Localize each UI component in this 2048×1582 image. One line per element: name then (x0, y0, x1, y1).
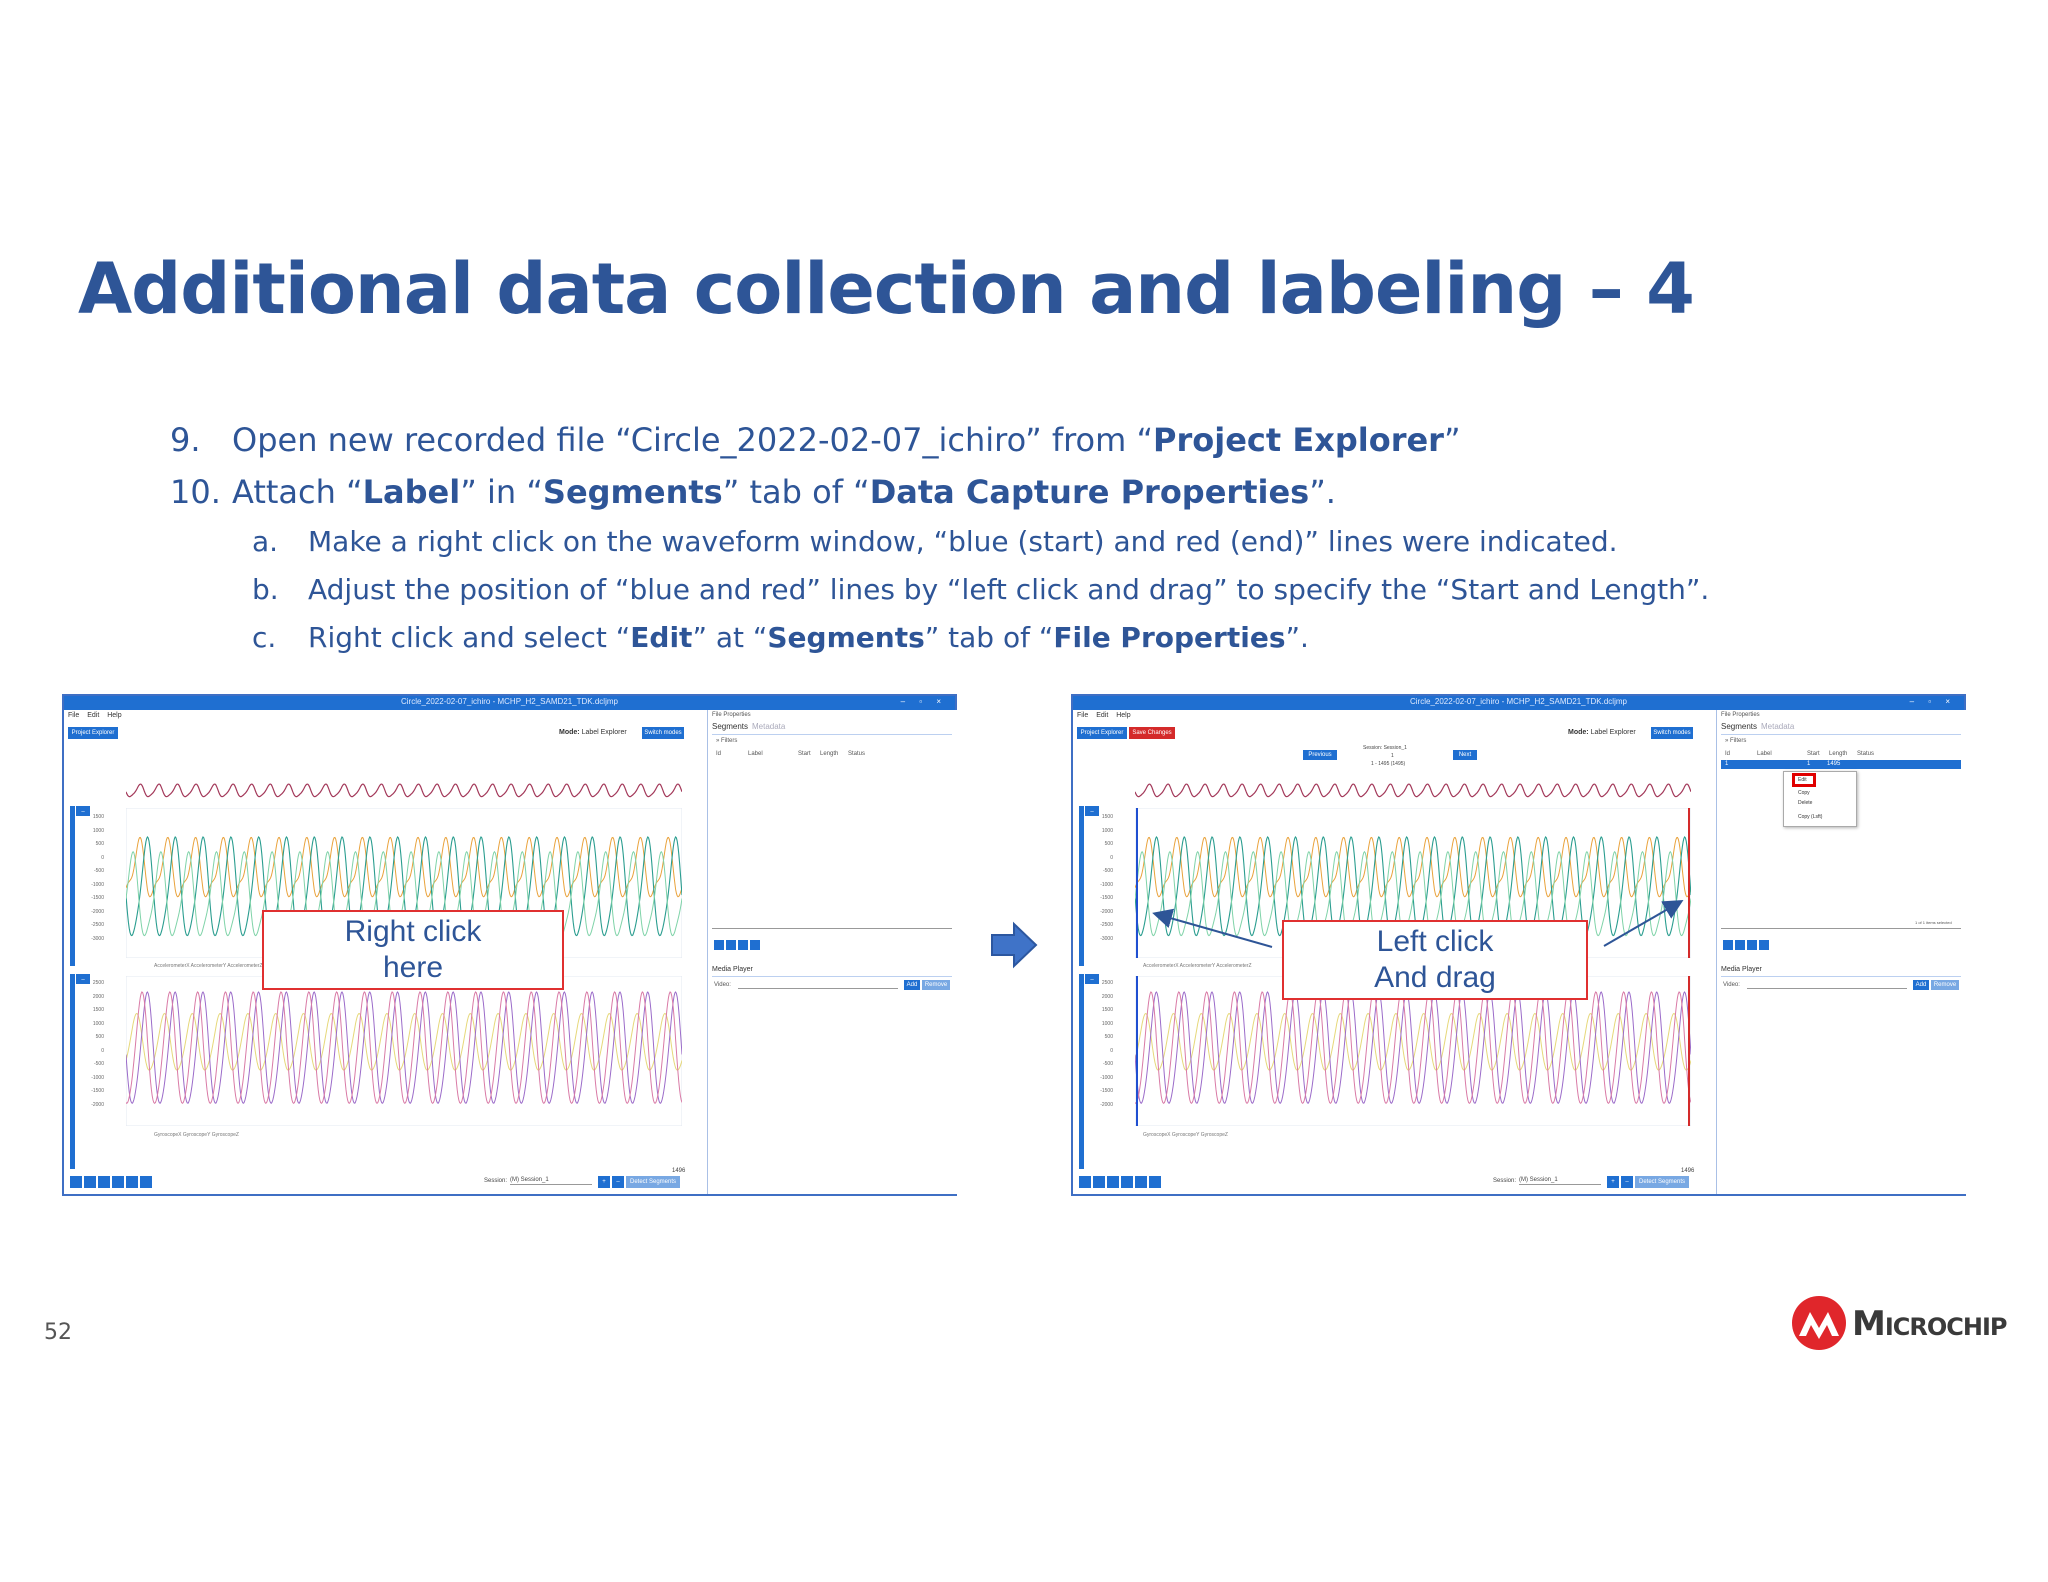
logo-wordmark: Microchip (1852, 1304, 2007, 1344)
arrow-to-end-line (1603, 899, 1684, 947)
page-number: 52 (44, 1320, 72, 1345)
drag-arrows (1152, 899, 1684, 948)
arrow-to-start-line (1152, 908, 1273, 948)
microchip-logo-icon (1792, 1296, 1846, 1350)
next-step-arrow-icon (991, 921, 1038, 969)
microchip-logo: Microchip (1790, 1294, 2020, 1352)
